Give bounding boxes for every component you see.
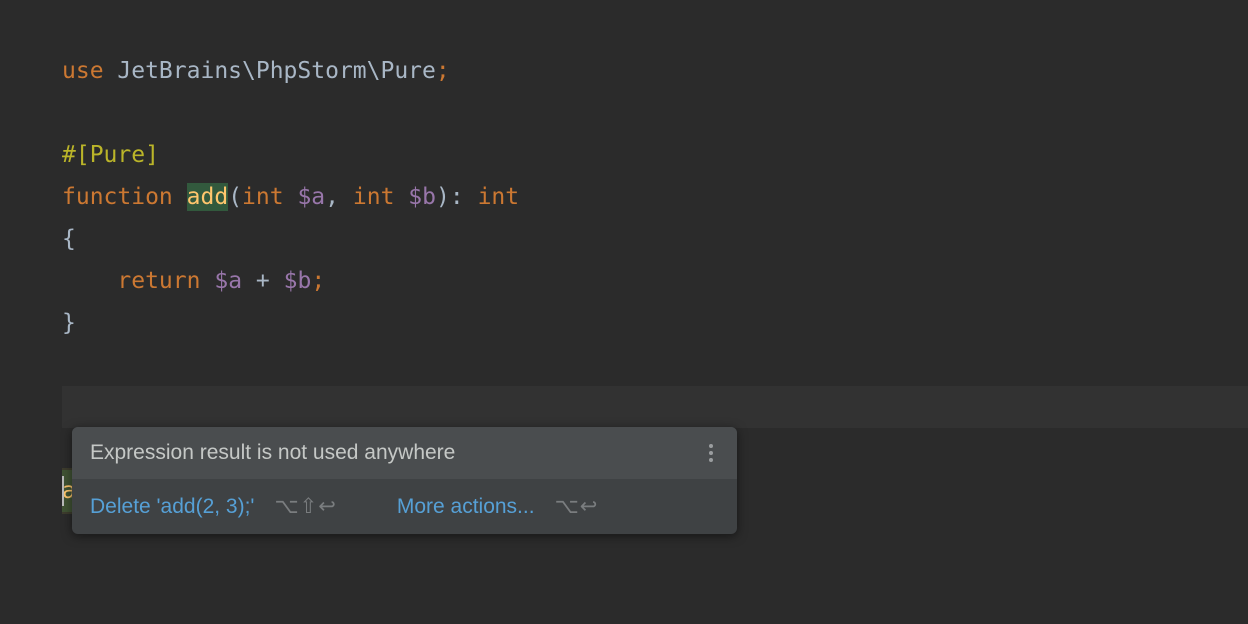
semicolon: ; [436, 58, 450, 84]
comma: , [325, 184, 339, 210]
tooltip-header: Expression result is not used anywhere [72, 427, 737, 479]
shortcut-hint: ⌥↩ [555, 494, 599, 519]
code-line-empty[interactable] [62, 344, 1248, 386]
delete-action-link[interactable]: Delete 'add(2, 3);' [90, 495, 254, 519]
code-editor[interactable]: use JetBrains\PhpStorm\Pure; #[Pure] fun… [0, 0, 1248, 428]
operator-plus: + [256, 268, 270, 294]
namespace: JetBrains\PhpStorm\Pure [104, 58, 436, 84]
variable-a: $a [297, 184, 325, 210]
code-line[interactable]: return $a + $b; [62, 260, 1248, 302]
type-int: int [353, 184, 395, 210]
attribute: #[Pure] [62, 142, 159, 168]
type-int: int [242, 184, 284, 210]
code-line[interactable]: use JetBrains\PhpStorm\Pure; [62, 50, 1248, 92]
brace-open: { [62, 226, 76, 252]
code-line[interactable]: #[Pure] [62, 134, 1248, 176]
more-vertical-icon[interactable] [703, 444, 719, 462]
keyword-function: function [62, 184, 173, 210]
colon: : [450, 184, 464, 210]
variable-a: $a [214, 268, 242, 294]
inspection-tooltip: Expression result is not used anywhere D… [72, 427, 737, 534]
text-caret [62, 476, 64, 506]
code-line[interactable]: { [62, 218, 1248, 260]
return-type: int [478, 184, 520, 210]
function-name: add [187, 183, 229, 211]
variable-b: $b [284, 268, 312, 294]
paren-open: ( [228, 184, 242, 210]
keyword-return: return [117, 268, 200, 294]
more-actions-link[interactable]: More actions... [397, 495, 535, 519]
variable-b: $b [408, 184, 436, 210]
code-line[interactable]: function add(int $a, int $b): int [62, 176, 1248, 218]
keyword-use: use [62, 58, 104, 84]
semicolon: ; [311, 268, 325, 294]
code-line[interactable]: } [62, 302, 1248, 344]
tooltip-message: Expression result is not used anywhere [90, 441, 455, 465]
brace-close: } [62, 310, 76, 336]
tooltip-actions: Delete 'add(2, 3);' ⌥⇧↩ More actions... … [72, 479, 737, 534]
code-line-empty[interactable] [62, 92, 1248, 134]
paren-close: ) [436, 184, 450, 210]
code-line-current[interactable]: add( a:2, b:3) ; [62, 386, 1248, 428]
shortcut-hint: ⌥⇧↩ [274, 494, 336, 519]
